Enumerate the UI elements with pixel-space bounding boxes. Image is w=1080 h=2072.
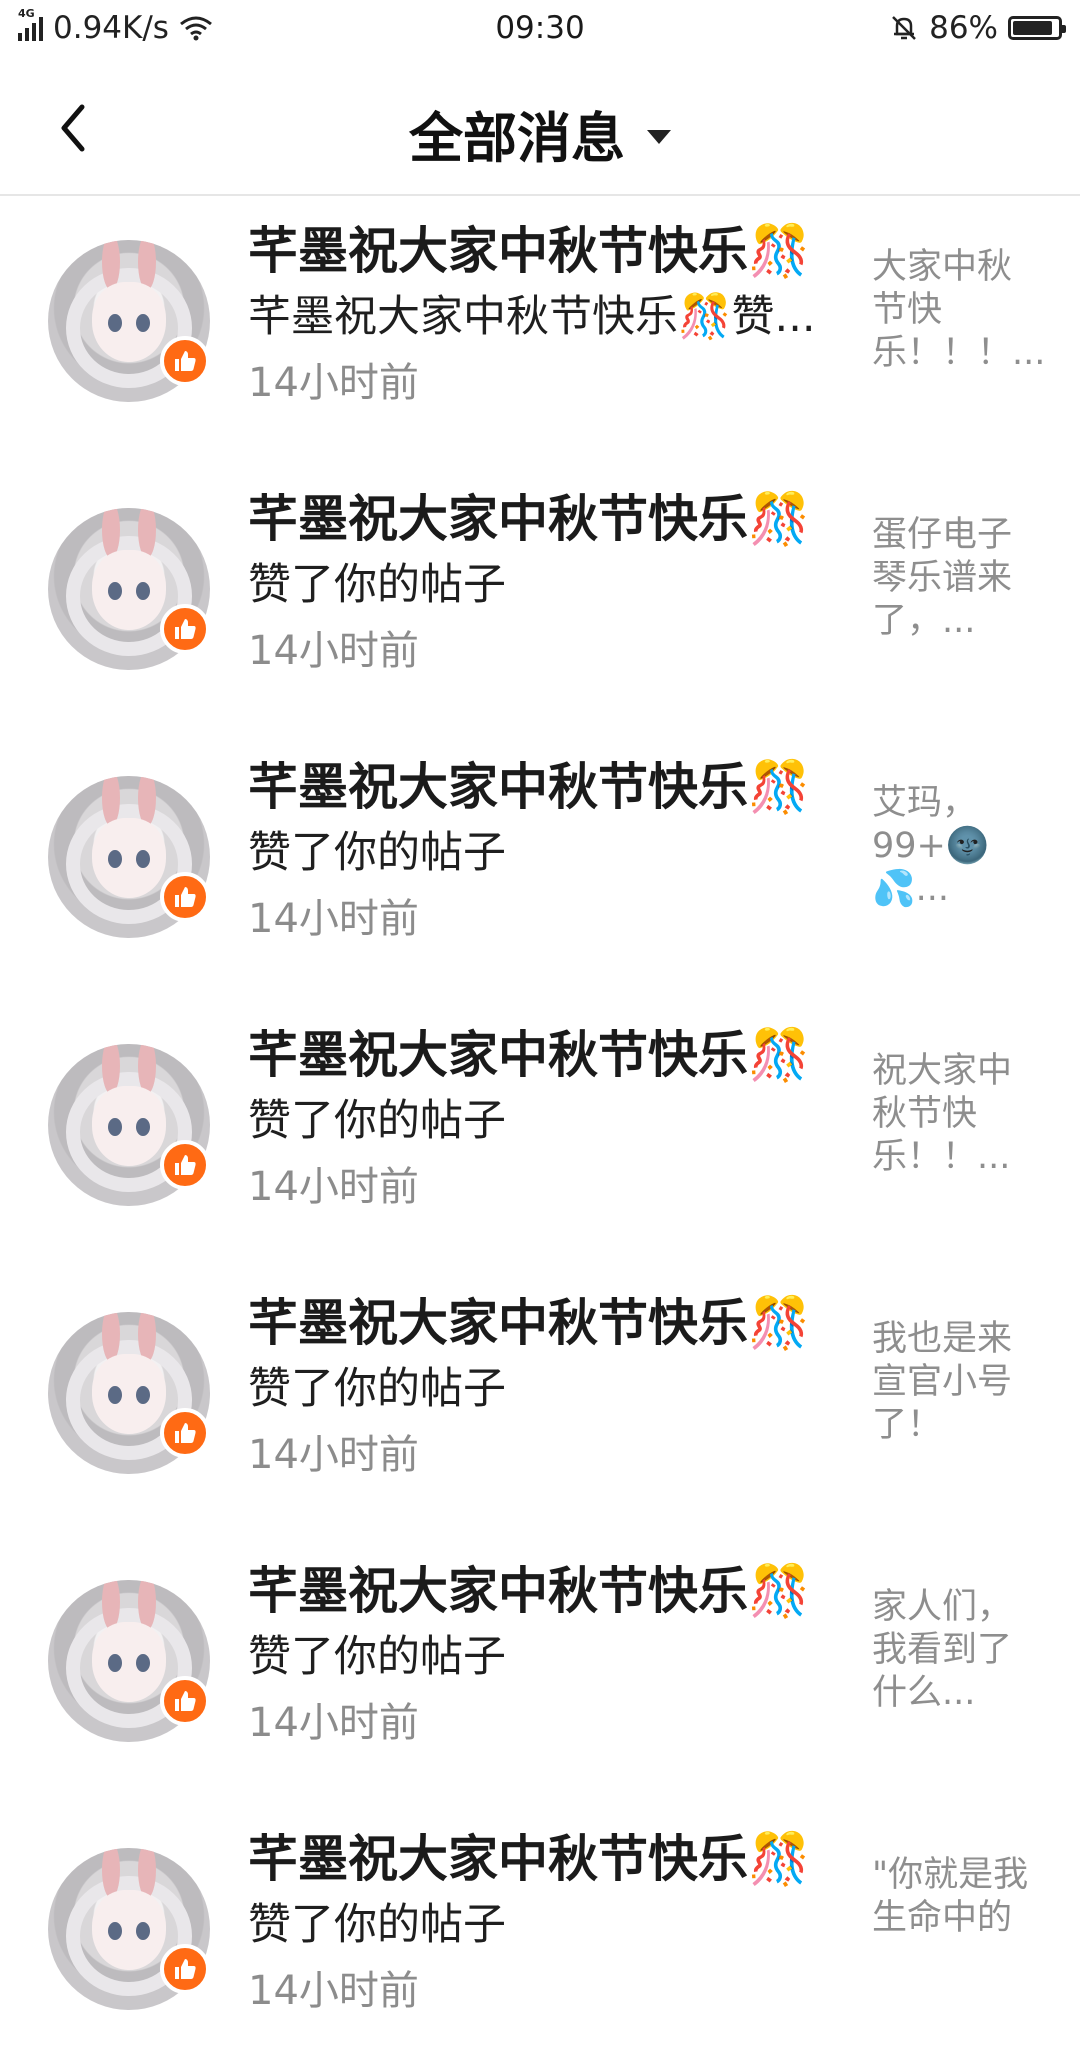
message-time: 14小时前 — [248, 1700, 419, 1746]
network-speed: 0.94K/s — [53, 10, 169, 46]
title-dropdown[interactable]: 全部消息 — [0, 94, 1080, 173]
thumbs-up-icon — [160, 1944, 210, 1994]
message-time: 14小时前 — [248, 1432, 419, 1478]
network-type: 4G — [18, 7, 35, 20]
post-preview[interactable]: 我也是来宣官小号了！ — [872, 1318, 1030, 1447]
message-desc: 赞了你的帖子 — [248, 1900, 506, 1950]
post-preview[interactable]: 蛋仔电子琴乐谱来了，... — [872, 514, 1030, 643]
message-item[interactable]: 芊墨祝大家中秋节快乐🎊 赞了你的帖子 14小时前 我也是来宣官小号了！ — [0, 1268, 1080, 1536]
post-preview[interactable]: 祝大家中秋节快乐！！... — [872, 1050, 1030, 1179]
wifi-icon — [180, 16, 212, 41]
message-desc: 芊墨祝大家中秋节快乐🎊赞... — [248, 292, 816, 342]
message-item[interactable]: 芊墨祝大家中秋节快乐🎊 赞了你的帖子 14小时前 艾玛，99+🌚💦... — [0, 732, 1080, 1000]
message-title: 芊墨祝大家中秋节快乐🎊 — [248, 1026, 811, 1084]
message-item[interactable]: 芊墨祝大家中秋节快乐🎊 赞了你的帖子 14小时前 蛋仔电子琴乐谱来了，... — [0, 464, 1080, 732]
message-item[interactable]: 芊墨祝大家中秋节快乐🎊 赞了你的帖子 14小时前 家人们，我看到了什么... — [0, 1536, 1080, 1804]
caret-down-icon — [647, 129, 671, 144]
message-title: 芊墨祝大家中秋节快乐🎊 — [248, 1830, 811, 1888]
message-time: 14小时前 — [248, 1164, 419, 1210]
message-item[interactable]: 芊墨祝大家中秋节快乐🎊 赞了你的帖子 14小时前 祝大家中秋节快乐！！... — [0, 1000, 1080, 1268]
message-time: 14小时前 — [248, 1968, 419, 2014]
message-title: 芊墨祝大家中秋节快乐🎊 — [248, 1562, 811, 1620]
message-desc: 赞了你的帖子 — [248, 1096, 506, 1146]
message-title: 芊墨祝大家中秋节快乐🎊 — [248, 490, 811, 548]
thumbs-up-icon — [160, 872, 210, 922]
message-time: 14小时前 — [248, 360, 419, 406]
message-desc: 赞了你的帖子 — [248, 1632, 506, 1682]
thumbs-up-icon — [160, 604, 210, 654]
signal-icon: 4G — [18, 7, 43, 41]
message-title: 芊墨祝大家中秋节快乐🎊 — [248, 222, 811, 280]
battery-percent: 86% — [929, 10, 998, 46]
battery-icon — [1008, 16, 1066, 40]
header: 全部消息 — [0, 56, 1080, 196]
message-title: 芊墨祝大家中秋节快乐🎊 — [248, 758, 811, 816]
thumbs-up-icon — [160, 1676, 210, 1726]
message-item[interactable]: 芊墨祝大家中秋节快乐🎊 赞了你的帖子 14小时前 "你就是我生命中的 — [0, 1804, 1080, 2072]
mute-bell-icon — [892, 16, 916, 40]
thumbs-up-icon — [160, 336, 210, 386]
message-desc: 赞了你的帖子 — [248, 560, 506, 610]
thumbs-up-icon — [160, 1408, 210, 1458]
message-list: 芊墨祝大家中秋节快乐🎊 芊墨祝大家中秋节快乐🎊赞... 14小时前 大家中秋节快… — [0, 196, 1080, 2072]
message-time: 14小时前 — [248, 896, 419, 942]
post-preview[interactable]: "你就是我生命中的 — [872, 1854, 1030, 1940]
post-preview[interactable]: 大家中秋节快乐！！！... — [872, 246, 1045, 375]
status-bar: 4G 0.94K/s 86% — [0, 0, 1080, 56]
message-desc: 赞了你的帖子 — [248, 828, 506, 878]
message-item[interactable]: 芊墨祝大家中秋节快乐🎊 芊墨祝大家中秋节快乐🎊赞... 14小时前 大家中秋节快… — [0, 196, 1080, 464]
message-desc: 赞了你的帖子 — [248, 1364, 506, 1414]
message-title: 芊墨祝大家中秋节快乐🎊 — [248, 1294, 811, 1352]
message-time: 14小时前 — [248, 628, 419, 674]
post-preview[interactable]: 家人们，我看到了什么... — [872, 1586, 1030, 1715]
thumbs-up-icon — [160, 1140, 210, 1190]
post-preview[interactable]: 艾玛，99+🌚💦... — [872, 782, 1030, 911]
page-title: 全部消息 — [409, 107, 625, 170]
